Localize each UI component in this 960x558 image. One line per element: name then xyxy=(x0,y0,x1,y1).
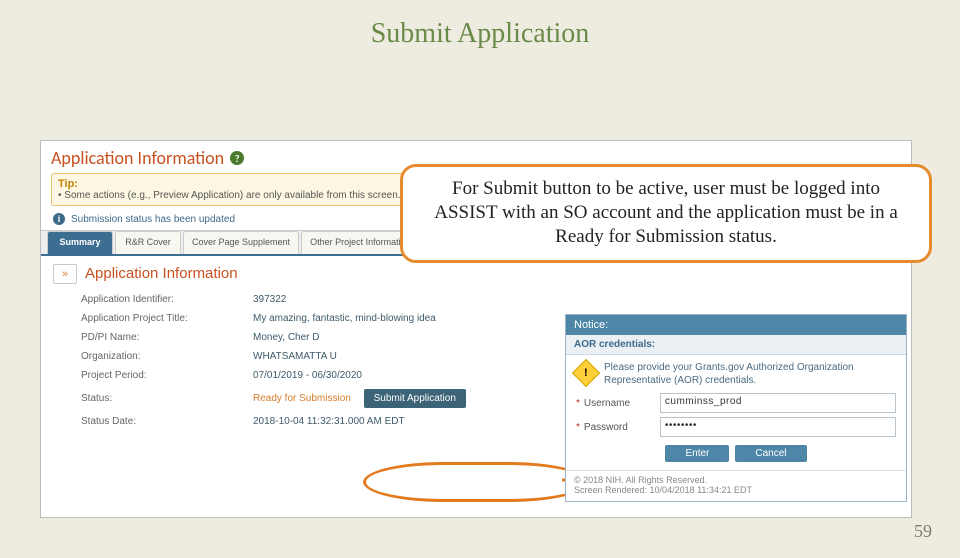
copyright-text: © 2018 NIH. All Rights Reserved. xyxy=(574,475,898,485)
callout-box: For Submit button to be active, user mus… xyxy=(400,164,932,263)
collapse-toggle-button[interactable]: » xyxy=(53,264,77,284)
aor-credentials-header: AOR credentials: xyxy=(566,335,906,355)
field-value: Money, Cher D xyxy=(253,328,478,347)
field-label: Application Identifier: xyxy=(81,290,253,309)
info-icon: i xyxy=(53,213,65,225)
password-row: * Password •••••••• xyxy=(566,415,906,439)
slide-title: Submit Application xyxy=(0,18,960,50)
popup-footer: © 2018 NIH. All Rights Reserved. Screen … xyxy=(566,470,906,501)
username-row: * Username cumminss_prod xyxy=(566,391,906,415)
field-label: PD/PI Name: xyxy=(81,328,253,347)
table-row: Status Date:2018-10-04 11:32:31.000 AM E… xyxy=(81,412,478,431)
enter-button[interactable]: Enter xyxy=(665,445,729,462)
field-value: My amazing, fantastic, mind-blowing idea xyxy=(253,309,478,328)
table-row: Status: Ready for Submission Submit Appl… xyxy=(81,385,478,412)
tab-rr-cover[interactable]: R&R Cover xyxy=(115,231,181,254)
required-asterisk: * xyxy=(576,422,580,433)
status-message-text: Submission status has been updated xyxy=(71,214,235,225)
field-label: Status: xyxy=(81,385,253,412)
table-row: Application Identifier:397322 xyxy=(81,290,478,309)
table-row: Application Project Title:My amazing, fa… xyxy=(81,309,478,328)
field-value: 07/01/2019 - 06/30/2020 xyxy=(253,366,478,385)
screen-rendered-text: Screen Rendered: 10/04/2018 11:34:21 EDT xyxy=(574,485,898,495)
app-info-header-text: Application Information xyxy=(51,147,224,169)
callout-text: For Submit button to be active, user mus… xyxy=(434,178,898,247)
field-value: 2018-10-04 11:32:31.000 AM EDT xyxy=(253,412,478,431)
field-label: Project Period: xyxy=(81,366,253,385)
username-label: Username xyxy=(584,398,656,409)
popup-title-bar: Notice: xyxy=(566,315,906,335)
tab-cover-page-supplement[interactable]: Cover Page Supplement xyxy=(183,231,299,254)
table-row: Organization:WHATSAMATTA U xyxy=(81,347,478,366)
page-number: 59 xyxy=(914,521,932,542)
chevron-right-icon: » xyxy=(62,268,68,280)
aor-credentials-text: Please provide your Grants.gov Authorize… xyxy=(604,361,896,387)
password-label: Password xyxy=(584,422,656,433)
cancel-button[interactable]: Cancel xyxy=(735,445,806,462)
submit-application-button[interactable]: Submit Application xyxy=(364,389,466,408)
field-label: Status Date: xyxy=(81,412,253,431)
tip-text: • Some actions (e.g., Preview Applicatio… xyxy=(58,190,415,201)
aor-credentials-popup: Notice: AOR credentials: ! Please provid… xyxy=(565,314,907,502)
field-value: Ready for Submission Submit Application xyxy=(253,385,478,412)
section-title: Application Information xyxy=(85,265,238,282)
field-label: Application Project Title: xyxy=(81,309,253,328)
help-icon[interactable]: ? xyxy=(230,151,244,165)
username-field[interactable]: cumminss_prod xyxy=(660,393,896,413)
field-value: WHATSAMATTA U xyxy=(253,347,478,366)
password-field[interactable]: •••••••• xyxy=(660,417,896,437)
required-asterisk: * xyxy=(576,398,580,409)
status-value: Ready for Submission xyxy=(253,393,351,404)
table-row: Project Period:07/01/2019 - 06/30/2020 xyxy=(81,366,478,385)
field-label: Organization: xyxy=(81,347,253,366)
application-info-table: Application Identifier:397322 Applicatio… xyxy=(81,290,478,431)
warning-icon: ! xyxy=(572,359,600,387)
tab-summary[interactable]: Summary xyxy=(47,231,113,254)
field-value: 397322 xyxy=(253,290,478,309)
table-row: PD/PI Name:Money, Cher D xyxy=(81,328,478,347)
